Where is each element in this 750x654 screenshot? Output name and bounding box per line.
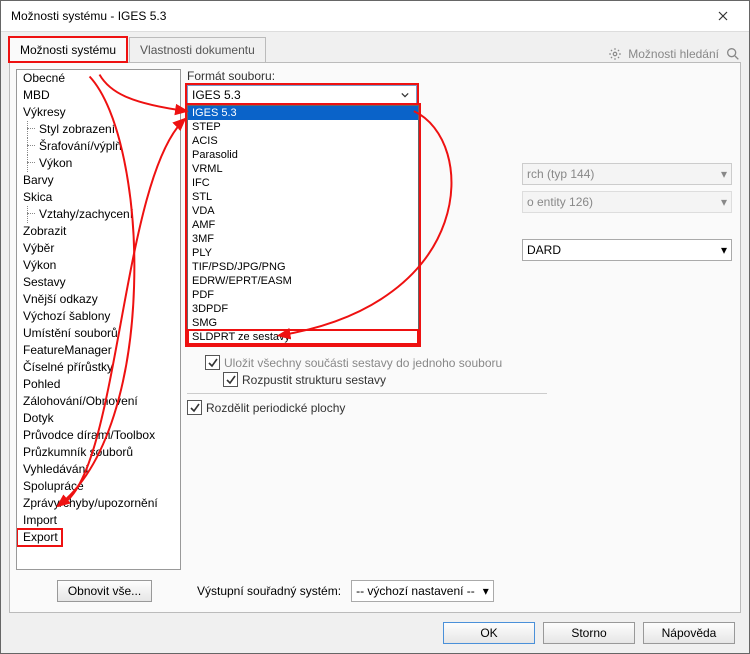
standard-combo[interactable]: DARD▾ [522,239,732,261]
chevron-down-icon: ▾ [721,167,727,181]
help-button[interactable]: Nápověda [643,622,735,644]
sidebar-item-v-choz-ablony[interactable]: Výchozí šablony [17,308,180,325]
close-icon [718,11,728,21]
restore-defaults-button[interactable]: Obnovit vše... [57,580,152,602]
sidebar-item-pr-vodce-d-rami-toolbox[interactable]: Průvodce dírami/Toolbox [17,427,180,444]
sidebar-item-pr-zkumn-k-soubor-[interactable]: Průzkumník souborů [17,444,180,461]
sidebar-item-z-lohov-n-obnoven-[interactable]: Zálohování/Obnovení [17,393,180,410]
sidebar-item-obecn-[interactable]: Obecné [17,70,180,87]
format-option[interactable]: IFC [188,176,418,190]
split-label: Rozdělit periodické plochy [206,401,345,415]
sidebar-item-v-b-r[interactable]: Výběr [17,240,180,257]
dissolve-checkbox[interactable] [223,372,238,387]
titlebar: Možnosti systému - IGES 5.3 [1,1,749,32]
sidebar-item-export[interactable]: Export [17,529,62,546]
format-option[interactable]: STEP [188,120,418,134]
sidebar-item-v-kresy[interactable]: Výkresy [17,104,180,121]
dialog-footer: OK Storno Nápověda [1,613,749,653]
main-pane: Formát souboru: IGES 5.3 IGES 5.3STEPACI… [187,63,740,576]
sidebar-item-vn-j-odkazy[interactable]: Vnější odkazy [17,291,180,308]
file-format-dropdown[interactable]: IGES 5.3STEPACISParasolidVRMLIFCSTLVDAAM… [187,105,419,345]
sidebar-item-um-st-n-soubor-[interactable]: Umístění souborů [17,325,180,342]
options-panel: ObecnéMBDVýkresyStyl zobrazeníŠrafování/… [9,62,741,613]
format-option[interactable]: VDA [188,204,418,218]
sidebar-item-spolupr-ce[interactable]: Spolupráce [17,478,180,495]
format-option[interactable]: Parasolid [188,148,418,162]
dialog-window: Možnosti systému - IGES 5.3 Možnosti sys… [0,0,750,654]
panel-footer: Obnovit vše... Výstupní souřadný systém:… [10,576,740,612]
dissolve-checkbox-row: Rozpustit strukturu sestavy [223,372,547,387]
ok-button[interactable]: OK [443,622,535,644]
sidebar-item-vyhled-v-n-[interactable]: Vyhledávání [17,461,180,478]
sidebar-item-mbd[interactable]: MBD [17,87,180,104]
sidebar-item--rafov-n-v-pl-[interactable]: Šrafování/výplň [17,138,180,155]
format-option[interactable]: TIF/PSD/JPG/PNG [188,260,418,274]
format-option[interactable]: PDF [188,288,418,302]
sidebar-item-import[interactable]: Import [17,512,180,529]
format-option[interactable]: EDRW/EPRT/EASM [188,274,418,288]
chevron-down-icon: ▾ [721,243,727,257]
gear-icon [608,47,622,61]
tab-strip: Možnosti systému Vlastnosti dokumentu [9,37,266,62]
format-option[interactable]: 3MF [188,232,418,246]
sidebar-item-featuremanager[interactable]: FeatureManager [17,342,180,359]
save-all-label: Uložit všechny součásti sestavy do jedno… [224,356,502,370]
category-sidebar[interactable]: ObecnéMBDVýkresyStyl zobrazeníŠrafování/… [16,69,181,570]
surface-type-combo[interactable]: rch (typ 144)▾ [522,163,732,185]
save-all-checkbox[interactable] [205,355,220,370]
format-option[interactable]: STL [188,190,418,204]
format-option[interactable]: ACIS [188,134,418,148]
surface-options-group: rch (typ 144)▾ o entity 126)▾ DARD▾ [432,163,732,261]
format-option[interactable]: VRML [188,162,418,176]
sidebar-item-sestavy[interactable]: Sestavy [17,274,180,291]
split-checkbox[interactable] [187,400,202,415]
sidebar-item-vztahy-zachycen-[interactable]: Vztahy/zachycení [17,206,180,223]
toolbar: Možnosti systému Vlastnosti dokumentu Mo… [1,32,749,62]
search-placeholder: Možnosti hledání [628,47,719,61]
format-option[interactable]: IGES 5.3 [188,106,418,120]
format-option[interactable]: SLDPRT ze sestavy [188,330,418,344]
format-option[interactable]: 3DPDF [188,302,418,316]
window-title: Možnosti systému - IGES 5.3 [11,9,703,23]
file-format-label: Formát souboru: [187,69,275,83]
split-checkbox-row: Rozdělit periodické plochy [187,400,547,415]
assembly-options: Uložit všechny součásti sestavy do jedno… [187,353,547,417]
sidebar-item-styl-zobrazen-[interactable]: Styl zobrazení [17,121,180,138]
sidebar-item-zobrazit[interactable]: Zobrazit [17,223,180,240]
sidebar-item-pohled[interactable]: Pohled [17,376,180,393]
file-format-combo[interactable]: IGES 5.3 [187,85,417,105]
sidebar-item-skica[interactable]: Skica [17,189,180,206]
format-option[interactable]: SMG [188,316,418,330]
chevron-down-icon: ▾ [483,584,489,598]
search-icon[interactable] [725,46,741,62]
search-area: Možnosti hledání [608,46,741,62]
curve-entity-combo: o entity 126)▾ [522,191,732,213]
chevron-down-icon: ▾ [721,195,727,209]
close-button[interactable] [703,1,743,31]
sidebar-item--seln-p-r-stky[interactable]: Číselné přírůstky [17,359,180,376]
separator [187,393,547,394]
coord-system-combo[interactable]: -- výchozí nastavení -- ▾ [351,580,494,602]
sidebar-item-zpr-vy-chyby-upozorn-n-[interactable]: Zprávy/chyby/upozornění [17,495,180,512]
sidebar-item-v-kon[interactable]: Výkon [17,155,180,172]
format-option[interactable]: AMF [188,218,418,232]
save-all-checkbox-row: Uložit všechny součásti sestavy do jedno… [205,355,547,370]
dissolve-label: Rozpustit strukturu sestavy [242,373,386,387]
tab-document-properties[interactable]: Vlastnosti dokumentu [129,37,266,62]
sidebar-item-v-kon[interactable]: Výkon [17,257,180,274]
coord-system-label: Výstupní souřadný systém: [197,584,341,598]
file-format-value: IGES 5.3 [192,88,241,102]
sidebar-item-barvy[interactable]: Barvy [17,172,180,189]
cancel-button[interactable]: Storno [543,622,635,644]
sidebar-item-dotyk[interactable]: Dotyk [17,410,180,427]
chevron-down-icon [398,91,412,99]
format-option[interactable]: PLY [188,246,418,260]
tab-system-options[interactable]: Možnosti systému [9,37,127,62]
